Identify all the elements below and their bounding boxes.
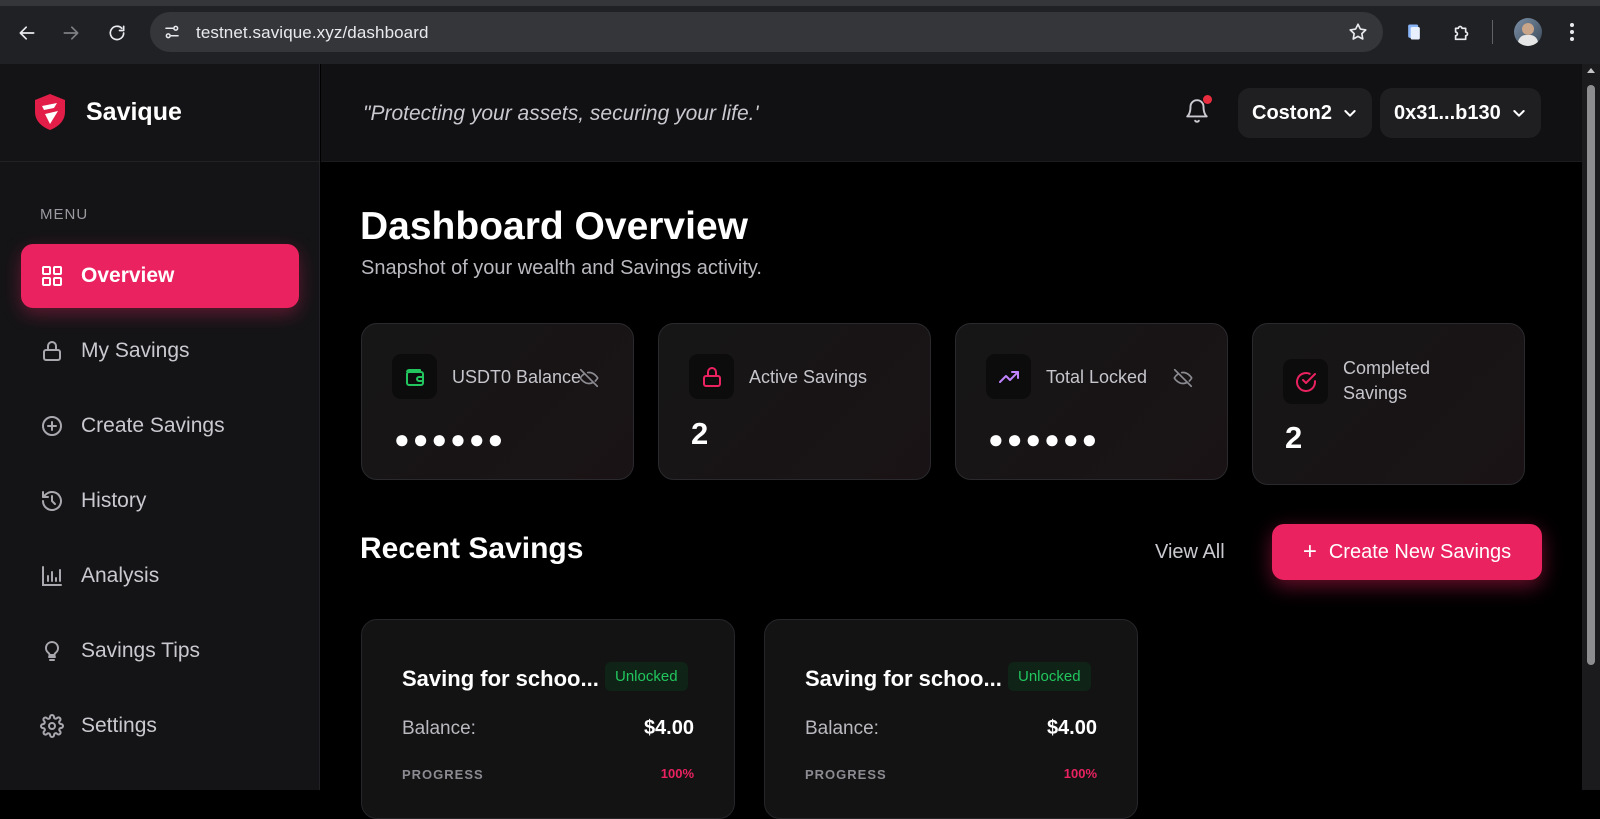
create-button-label: Create New Savings [1328,540,1512,563]
forward-button[interactable] [58,20,84,46]
sidebar-item-overview[interactable]: Overview [21,244,299,308]
brand[interactable]: Savique [0,64,320,162]
gear-icon [40,714,64,738]
brand-name: Savique [86,98,182,126]
reload-icon [109,25,125,41]
wallet-icon [392,354,437,399]
wallet-selector[interactable]: 0x31...b130 [1380,88,1541,138]
sidebar-item-history[interactable]: History [21,469,299,533]
savings-card-title: Saving for schoo... [402,666,599,691]
scrollbar-thumb[interactable] [1587,85,1595,665]
stat-card-total-locked: Total Locked ●●●●●● [955,323,1228,480]
sidebar-item-settings[interactable]: Settings [21,694,299,758]
stat-value: 2 [691,416,709,451]
history-icon [40,489,64,513]
sidebar-item-create-savings[interactable]: Create Savings [21,394,299,458]
savings-card[interactable]: Saving for schoo... Unlocked Balance: $4… [764,619,1138,819]
url-host: testnet.savique.xyz [196,23,343,42]
progress-value: 100% [660,766,694,781]
top-bar: "Protecting your assets, securing your l… [321,64,1582,162]
sidebar-item-label: Analysis [81,564,160,587]
profile-avatar[interactable] [1514,18,1542,46]
sidebar-item-label: Create Savings [81,414,225,437]
stat-value-hidden: ●●●●●● [394,424,507,454]
sidebar-item-label: My Savings [81,339,190,362]
toolbar-divider [1492,20,1493,44]
chevron-down-icon [1513,110,1525,117]
plus-icon: + [1302,538,1317,565]
menu-label: MENU [40,206,89,223]
lock-icon [689,354,734,399]
browser-toolbar: testnet.savique.xyz/dashboard [0,0,1600,64]
page-title: Dashboard Overview [360,205,748,248]
stat-label-line: Completed [1343,358,1431,378]
chevron-down-icon [1344,110,1356,117]
status-badge: Unlocked [605,662,688,691]
sidebar-item-savings-tips[interactable]: Savings Tips [21,619,299,683]
eye-off-icon[interactable] [578,367,600,389]
reload-button[interactable] [104,20,130,46]
main-content: Dashboard Overview Snapshot of your weal… [321,163,1582,819]
stat-label: Total Locked [1046,367,1148,387]
network-selector[interactable]: Coston2 [1238,88,1372,138]
scroll-up-arrow-icon[interactable] [1586,66,1596,76]
url-text[interactable]: testnet.savique.xyz/dashboard [196,23,429,43]
address-bar[interactable]: testnet.savique.xyz/dashboard [150,12,1383,52]
recent-savings-title: Recent Savings [360,532,584,565]
trending-up-icon [986,354,1031,399]
check-circle-icon [1283,359,1328,404]
stat-card-active-savings: Active Savings 2 [658,323,931,480]
stat-card-usdt0-balance: USDT0 Balance ●●●●●● [361,323,634,480]
progress-label: PROGRESS [402,767,484,782]
stat-label: Completed Savings [1343,356,1430,406]
wallet-address: 0x31...b130 [1394,101,1501,124]
url-path: /dashboard [342,23,429,42]
bar-chart-icon [40,564,64,588]
lock-icon [40,339,64,363]
tab-strip [0,0,1600,6]
stat-label: USDT0 Balance [452,367,582,387]
tagline: "Protecting your assets, securing your l… [363,102,759,125]
progress-value: 100% [1063,766,1097,781]
sidebar-item-label: Overview [81,264,175,287]
sidebar-item-analysis[interactable]: Analysis [21,544,299,608]
balance-label: Balance: [402,718,476,739]
balance-value: $4.00 [1046,717,1097,739]
extension-icon[interactable] [1402,20,1426,44]
notification-dot [1203,95,1212,104]
view-all-link[interactable]: View All [1155,541,1225,564]
stat-card-completed-savings: Completed Savings 2 [1252,323,1525,485]
back-button[interactable] [14,20,40,46]
progress-label: PROGRESS [805,767,887,782]
sidebar-item-label: Savings Tips [81,639,201,662]
grid-icon [40,264,64,288]
sidebar: Savique MENU Overview My Savings Create … [0,64,320,790]
shield-logo-icon [35,94,65,130]
balance-label: Balance: [805,718,879,739]
stat-label-line: Savings [1343,383,1408,403]
stat-value: 2 [1285,420,1303,455]
sidebar-item-label: History [81,489,147,512]
lightbulb-icon [40,639,64,663]
bookmark-star-icon[interactable] [1347,21,1369,43]
kebab-menu-icon[interactable] [1560,20,1584,44]
status-badge: Unlocked [1008,662,1091,691]
page-subtitle: Snapshot of your wealth and Savings acti… [361,257,762,279]
sidebar-item-my-savings[interactable]: My Savings [21,319,299,383]
stat-label: Active Savings [749,367,868,387]
savings-card[interactable]: Saving for schoo... Unlocked Balance: $4… [361,619,735,819]
balance-value: $4.00 [643,717,694,739]
arrow-right-icon [63,26,79,40]
stat-value-hidden: ●●●●●● [988,424,1101,454]
extensions-puzzle-icon[interactable] [1450,20,1474,44]
arrow-left-icon [19,26,35,40]
sidebar-item-label: Settings [81,714,157,737]
site-settings-icon[interactable] [162,22,182,42]
network-name: Coston2 [1252,101,1332,124]
savings-card-title: Saving for schoo... [805,666,1002,691]
create-new-savings-button[interactable]: + Create New Savings [1272,524,1542,580]
eye-off-icon[interactable] [1172,367,1194,389]
plus-circle-icon [40,414,64,438]
